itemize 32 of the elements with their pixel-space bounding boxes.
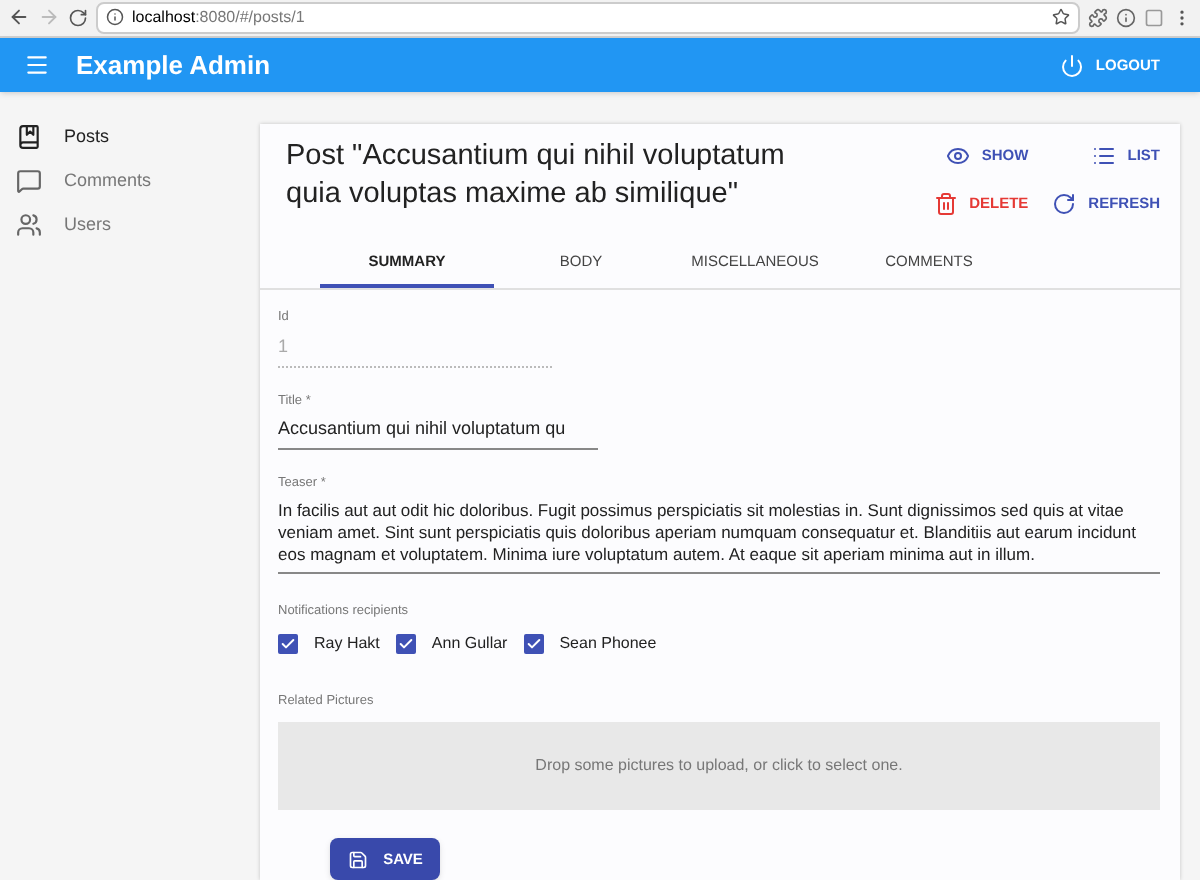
- sidebar-item[interactable]: Users: [0, 208, 260, 243]
- floppy-icon: [347, 849, 368, 869]
- book-icon: [16, 124, 42, 151]
- extension-icon[interactable]: [1144, 7, 1164, 28]
- app-title: Example Admin: [76, 47, 271, 84]
- checkbox[interactable]: [278, 634, 298, 655]
- comment-icon: [16, 168, 42, 195]
- extension-icon[interactable]: [1116, 7, 1136, 28]
- back-icon[interactable]: [8, 6, 30, 29]
- reload-icon[interactable]: [68, 7, 88, 28]
- title-field[interactable]: Accusantium qui nihil voluptatum qu: [278, 416, 598, 450]
- refresh-icon: [1052, 191, 1077, 215]
- trash-icon: [933, 191, 958, 215]
- teaser-field[interactable]: In facilis aut aut odit hic doloribus. Fugit possimus perspiciatis sit molestias in. Sunt dignissimos sed quis at vitae veniam amet. Sint sunt perspiciatis quis doloribus aperiam numquam consequatur et. Blanditiis aut earum incidunt eos magnam et voluptatem. Minima iure voluptatum autem. At eaque sit aperiam minima aut in illum.: [278, 499, 1160, 573]
- address-bar[interactable]: localhost:8080/#/posts/1: [96, 1, 1080, 34]
- page-title: Post "Accusantium qui nihil voluptatum quia voluptas maxime ab similique": [286, 138, 787, 215]
- power-icon: [1059, 53, 1084, 78]
- checkbox-label: Ray Hakt: [314, 632, 380, 657]
- dropzone[interactable]: Drop some pictures to upload, or click to select one.: [278, 722, 1160, 810]
- info-icon: [106, 8, 124, 27]
- checkbox-label: Sean Phonee: [559, 632, 657, 657]
- eye-icon: [945, 144, 970, 168]
- sidebar-item[interactable]: Comments: [0, 164, 260, 199]
- checkbox-label: Ann Gullar: [431, 632, 508, 657]
- url-text: localhost:8080/#/posts/1: [132, 5, 305, 30]
- sidebar-item[interactable]: Posts: [0, 120, 260, 155]
- extension-icon[interactable]: [1088, 7, 1108, 28]
- checkbox[interactable]: [395, 634, 416, 655]
- checkbox[interactable]: [523, 634, 544, 655]
- people-icon: [16, 212, 42, 239]
- star-icon[interactable]: [1052, 8, 1070, 27]
- menu-icon[interactable]: [24, 52, 50, 79]
